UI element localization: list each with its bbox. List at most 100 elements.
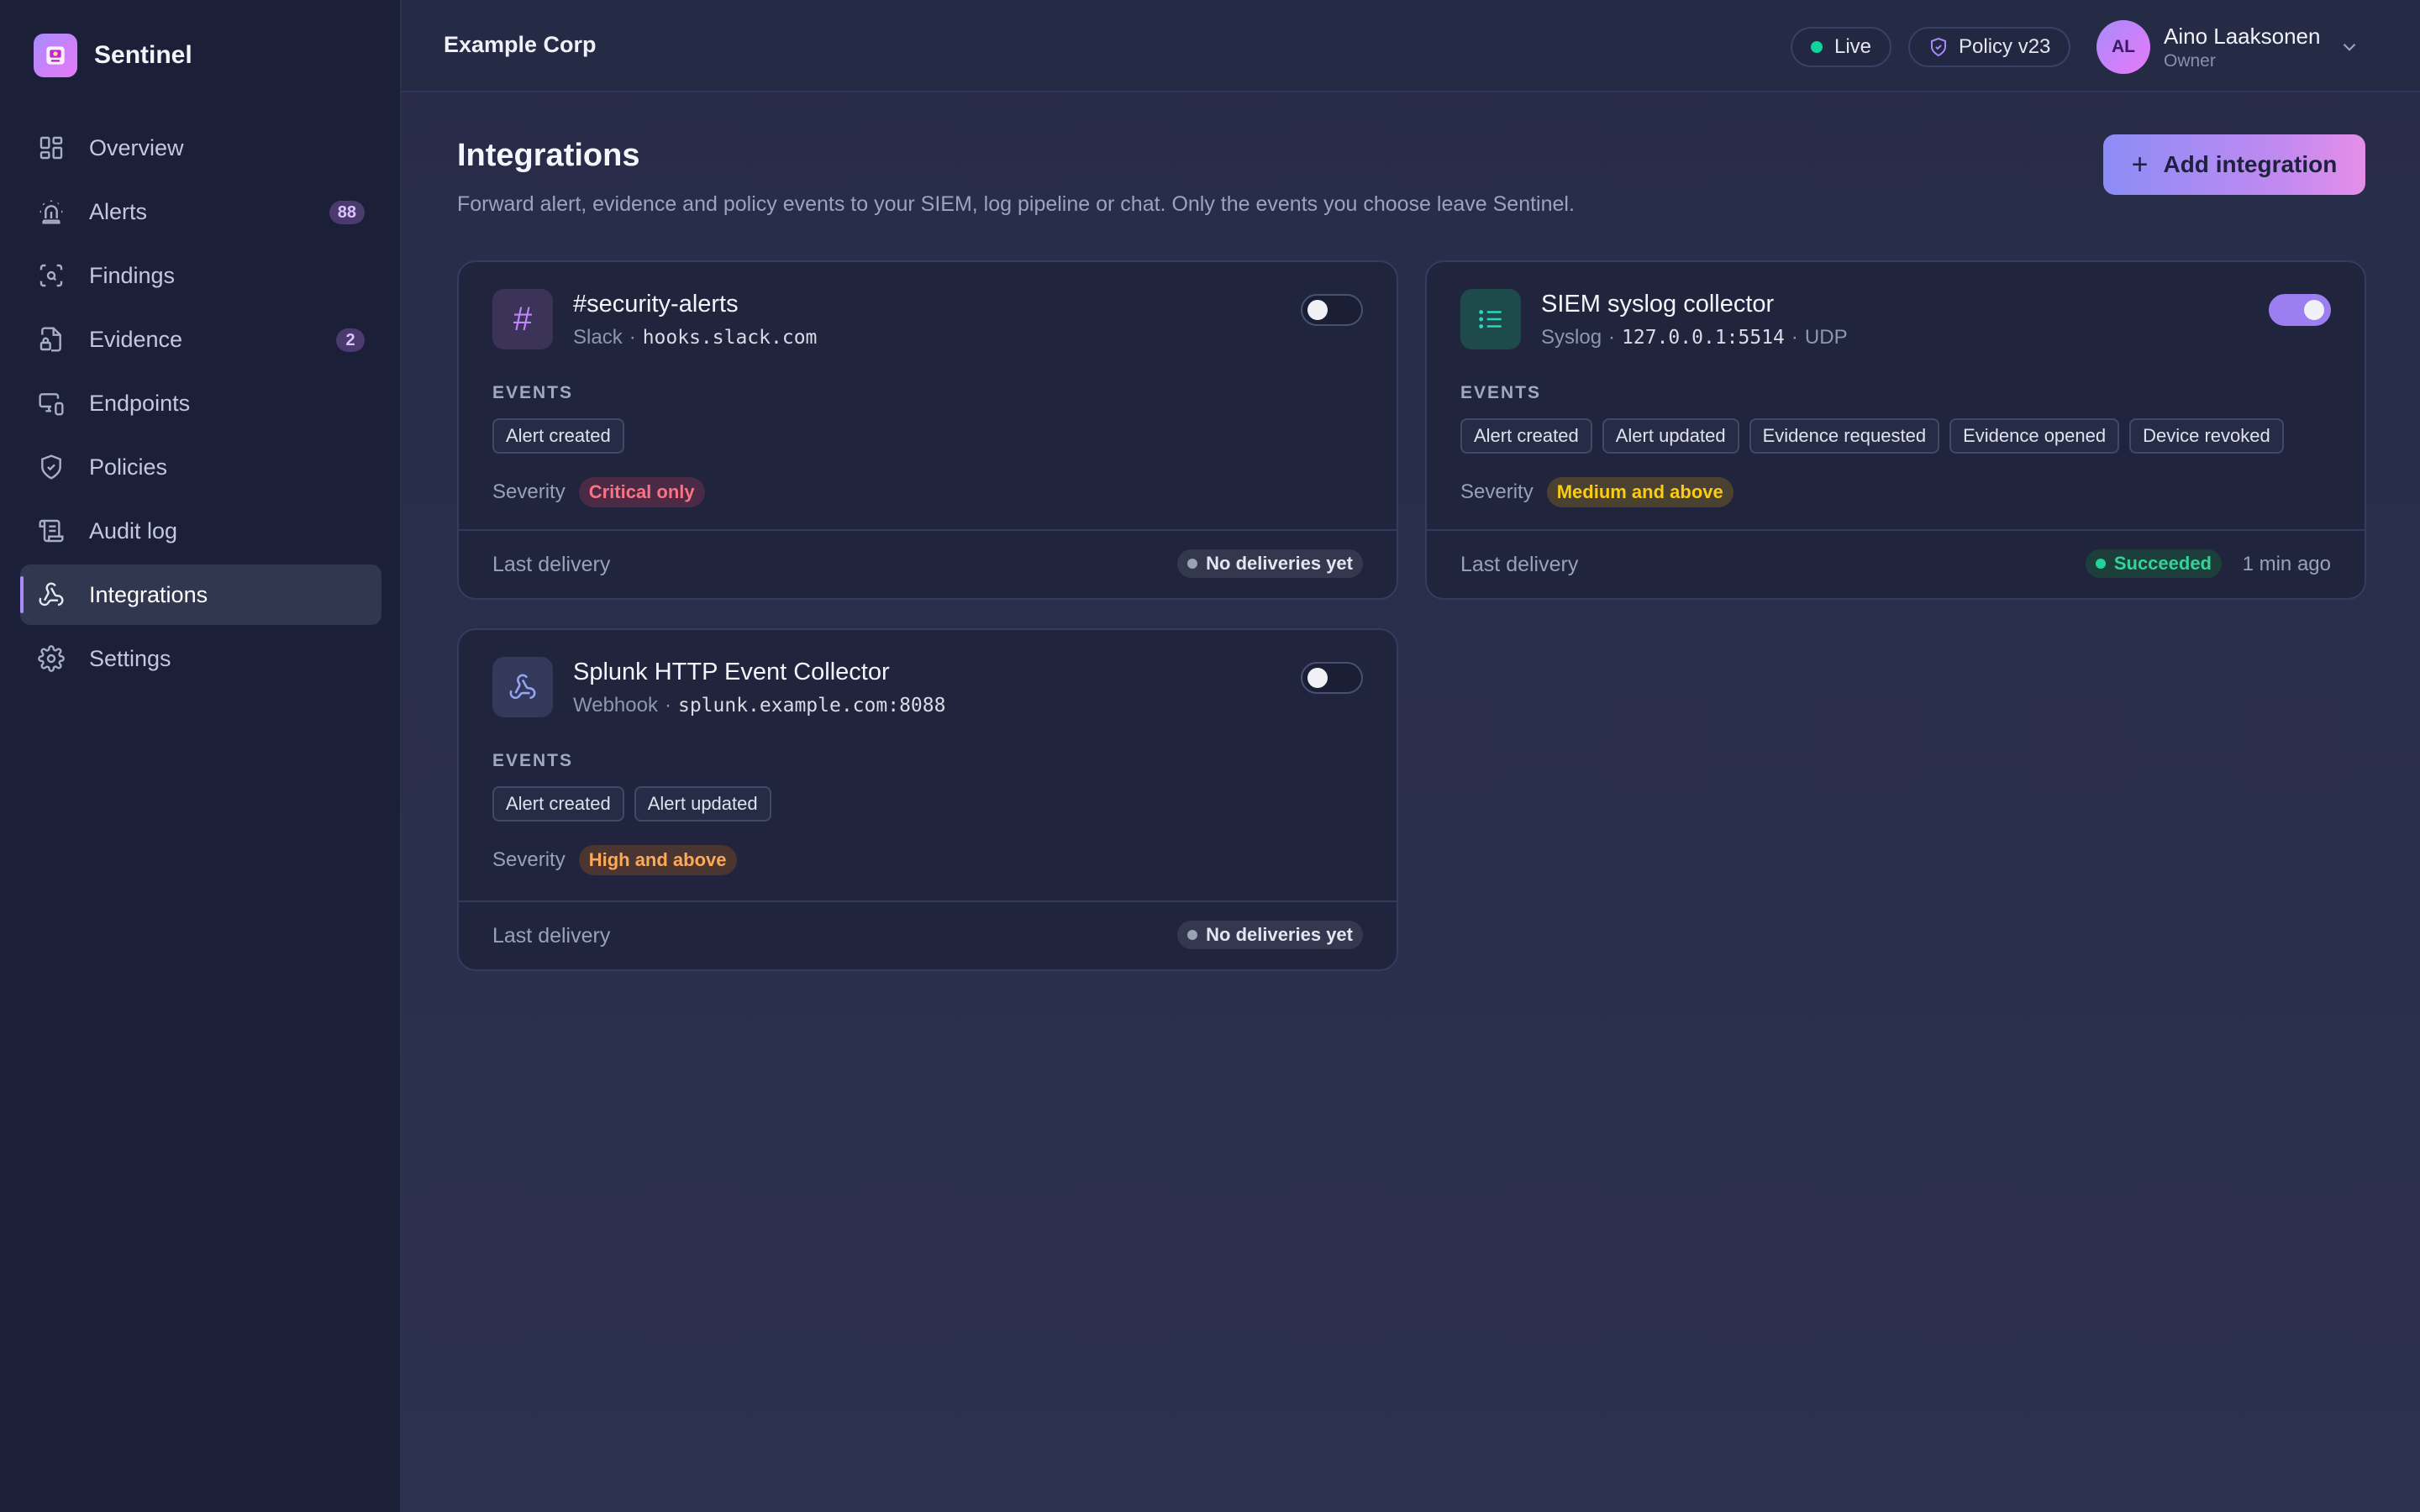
sidebar-item-findings[interactable]: Findings: [20, 245, 381, 306]
user-name: Aino Laaksonen: [2164, 23, 2321, 49]
last-delivery-label: Last delivery: [1460, 553, 1579, 576]
evidence-count-badge: 2: [336, 328, 365, 352]
sidebar-item-alerts[interactable]: Alerts 88: [20, 181, 381, 242]
sidebar-item-label: Evidence: [89, 326, 183, 352]
separator: ·: [1791, 326, 1798, 349]
card-footer: Last delivery No deliveries yet: [459, 900, 1397, 969]
shield-check-icon: [1928, 37, 1949, 57]
integration-target: Webhook · splunk.example.com:8088: [573, 694, 945, 717]
policy-label: Policy v23: [1959, 35, 2051, 58]
sidebar-nav: Overview Alerts 88 Findings Evidence 2 E…: [20, 118, 381, 692]
brand[interactable]: Sentinel: [34, 34, 192, 77]
monitor-smartphone-icon: [37, 389, 66, 417]
severity-badge: High and above: [578, 845, 737, 875]
toggle-knob: [2304, 300, 2324, 320]
avatar: AL: [2096, 20, 2150, 74]
events-label: EVENTS: [1460, 383, 1542, 402]
event-tag: Alert created: [492, 786, 624, 822]
integration-host: 127.0.0.1:5514: [1622, 327, 1785, 349]
severity-badge: Medium and above: [1546, 477, 1733, 507]
delivery-time: 1 min ago: [2242, 553, 2331, 575]
sidebar-item-settings[interactable]: Settings: [20, 628, 381, 689]
card-footer: Last delivery Succeeded 1 min ago: [1427, 529, 2365, 598]
add-integration-button[interactable]: + Add integration: [2103, 134, 2365, 195]
integration-type: Slack: [573, 326, 623, 349]
top-bar: Example Corp Live Policy v23 AL Aino Laa…: [402, 0, 2420, 92]
event-tags: Alert created Alert updated: [492, 786, 781, 822]
add-integration-label: Add integration: [2163, 151, 2338, 177]
events-label: EVENTS: [492, 751, 574, 770]
main-content: Example Corp Live Policy v23 AL Aino Laa…: [402, 0, 2420, 1512]
live-label: Live: [1834, 35, 1872, 58]
sidebar-item-integrations[interactable]: Integrations: [20, 564, 381, 625]
event-tag: Alert updated: [634, 786, 771, 822]
delivery-status-badge: No deliveries yet: [1177, 921, 1363, 949]
shield-check-icon: [37, 453, 66, 481]
separator: ·: [1608, 326, 1616, 349]
event-tag: Device revoked: [2129, 418, 2284, 454]
siren-icon: [37, 197, 66, 226]
webhook-icon: [37, 580, 66, 609]
toggle-knob: [1307, 300, 1328, 320]
status-dot-icon: [2095, 559, 2106, 569]
sidebar: Sentinel Overview Alerts 88 Findings Evi…: [0, 0, 402, 1512]
delivery-status-text: No deliveries yet: [1206, 553, 1353, 574]
status-dot-icon: [1187, 930, 1198, 940]
sidebar-item-label: Endpoints: [89, 390, 191, 416]
status-dot-icon: [1187, 559, 1198, 569]
gear-icon: [37, 644, 66, 673]
live-dot-icon: [1811, 41, 1823, 53]
page-title: Integrations: [457, 138, 640, 173]
event-tag: Alert created: [492, 418, 624, 454]
user-role: Owner: [2164, 50, 2216, 71]
severity-row: Severity Critical only: [492, 477, 705, 507]
event-tag: Alert created: [1460, 418, 1592, 454]
last-delivery-label: Last delivery: [492, 553, 611, 576]
chevron-down-icon: [2344, 43, 2356, 51]
org-name[interactable]: Example Corp: [444, 32, 597, 58]
enable-toggle[interactable]: [1301, 294, 1363, 326]
integration-name: SIEM syslog collector: [1541, 291, 1775, 318]
sidebar-item-audit-log[interactable]: Audit log: [20, 501, 381, 561]
hash-icon: #: [492, 289, 553, 349]
separator: ·: [664, 694, 671, 717]
integration-card-slack[interactable]: # #security-alerts Slack · hooks.slack.com…: [457, 260, 1398, 600]
integration-target: Slack · hooks.slack.com: [573, 326, 817, 349]
event-tag: Alert updated: [1602, 418, 1739, 454]
webhook-icon: [492, 657, 553, 717]
policy-version-pill[interactable]: Policy v23: [1908, 27, 2071, 67]
sidebar-item-policies[interactable]: Policies: [20, 437, 381, 497]
grid-icon: [37, 134, 66, 162]
severity-row: Severity Medium and above: [1460, 477, 1733, 507]
enable-toggle[interactable]: [1301, 662, 1363, 694]
user-menu[interactable]: AL Aino Laaksonen Owner: [2096, 20, 2360, 74]
scroll-icon: [37, 517, 66, 545]
severity-label: Severity: [1460, 480, 1534, 503]
enable-toggle[interactable]: [2269, 294, 2331, 326]
event-tag: Evidence opened: [1949, 418, 2120, 454]
live-status-pill[interactable]: Live: [1791, 27, 1892, 67]
integration-name: Splunk HTTP Event Collector: [573, 659, 890, 685]
toggle-knob: [1307, 668, 1328, 688]
integration-protocol: UDP: [1804, 326, 1848, 349]
list-icon: [1460, 289, 1521, 349]
integration-card-splunk[interactable]: Splunk HTTP Event Collector Webhook · splu…: [457, 628, 1398, 971]
sidebar-item-label: Findings: [89, 262, 176, 288]
sentinel-logo-icon: [34, 34, 77, 77]
integration-card-syslog[interactable]: SIEM syslog collector Syslog · 127.0.0.1:5…: [1425, 260, 2366, 600]
delivery-status-text: Succeeded: [2113, 553, 2212, 574]
sidebar-item-evidence[interactable]: Evidence 2: [20, 309, 381, 370]
app-root: Sentinel Overview Alerts 88 Findings Evi…: [0, 0, 2420, 1512]
page-header: Integrations Forward alert, evidence and…: [457, 138, 1575, 217]
card-footer: Last delivery No deliveries yet: [459, 529, 1397, 598]
integration-name: #security-alerts: [573, 291, 739, 318]
sidebar-item-overview[interactable]: Overview: [20, 118, 381, 178]
severity-badge: Critical only: [578, 477, 705, 507]
plus-icon: +: [2131, 148, 2149, 181]
severity-row: Severity High and above: [492, 845, 737, 875]
page-subtitle: Forward alert, evidence and policy event…: [457, 192, 1575, 216]
sidebar-item-label: Integrations: [89, 581, 208, 607]
sidebar-item-endpoints[interactable]: Endpoints: [20, 373, 381, 433]
last-delivery-label: Last delivery: [492, 924, 611, 948]
sidebar-item-label: Alerts: [89, 198, 148, 224]
